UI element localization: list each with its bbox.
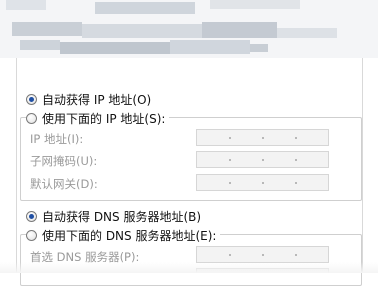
manual-ip-label: 使用下面的 IP 地址(S): <box>42 111 166 126</box>
subnet-mask-input[interactable] <box>196 151 329 168</box>
auto-ip-radio[interactable]: 自动获得 IP 地址(O) <box>26 91 151 107</box>
ip-address-label: IP 地址(I): <box>30 132 84 146</box>
default-gateway-label: 默认网关(D): <box>30 177 98 191</box>
manual-ip-radio[interactable]: 使用下面的 IP 地址(S): <box>26 110 170 126</box>
preferred-dns-input[interactable] <box>196 246 329 263</box>
radio-checked-icon <box>26 93 37 105</box>
auto-ip-label: 自动获得 IP 地址(O) <box>42 92 152 107</box>
radio-checked-icon <box>26 210 37 222</box>
auto-dns-radio[interactable]: 自动获得 DNS 服务器地址(B) <box>26 208 201 224</box>
ip-address-input[interactable] <box>196 129 329 146</box>
radio-unchecked-icon <box>26 112 37 124</box>
default-gateway-input[interactable] <box>196 174 329 191</box>
panel-border-right <box>362 58 363 273</box>
panel-border-left <box>16 58 17 273</box>
radio-unchecked-icon <box>26 229 37 241</box>
auto-dns-label: 自动获得 DNS 服务器地址(B) <box>42 209 202 224</box>
subnet-mask-label: 子网掩码(U): <box>30 154 98 168</box>
manual-dns-label: 使用下面的 DNS 服务器地址(E): <box>42 228 217 243</box>
bottom-fade <box>0 262 378 273</box>
manual-dns-radio[interactable]: 使用下面的 DNS 服务器地址(E): <box>26 227 221 243</box>
